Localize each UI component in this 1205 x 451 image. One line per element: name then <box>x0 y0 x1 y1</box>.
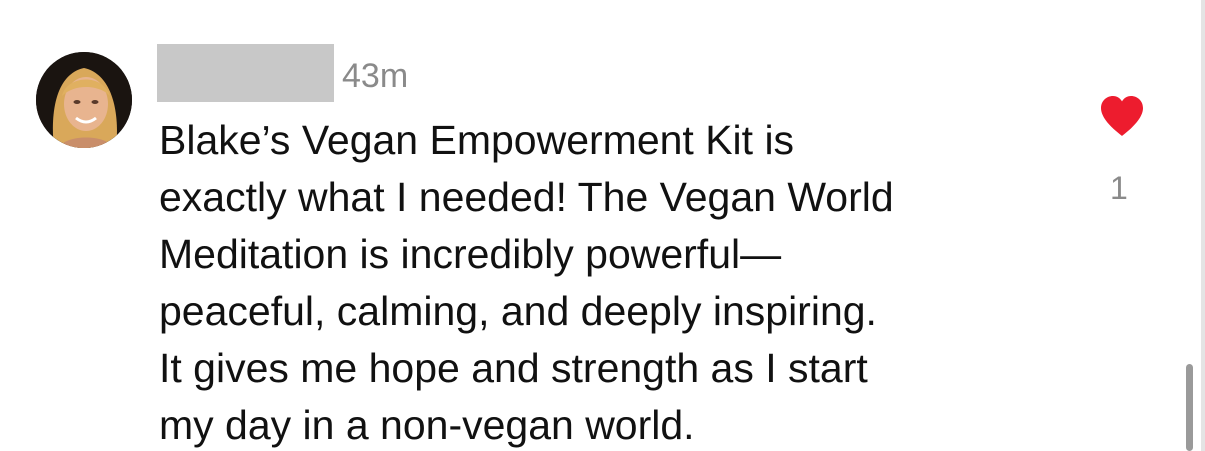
avatar[interactable] <box>36 52 132 148</box>
comment-text-line: exactly what I needed! The Vegan World <box>159 174 894 220</box>
comment-item: 43m Blake’s Vegan Empowerment Kit is exa… <box>0 0 1205 451</box>
heart-icon[interactable] <box>1098 94 1146 138</box>
scrollbar-thumb[interactable] <box>1186 364 1193 451</box>
comment-text-line: Blake’s Vegan Empowerment Kit is <box>159 117 795 163</box>
comment-text: Blake’s Vegan Empowerment Kit is exactly… <box>159 112 1059 451</box>
comment-text-line: It gives me hope and strength as I start <box>159 345 868 391</box>
comment-text-line: Meditation is incredibly powerful— <box>159 231 782 277</box>
timestamp: 43m <box>342 57 409 95</box>
like-count: 1 <box>1110 170 1128 206</box>
comment-text-line: peaceful, calming, and deeply inspiring. <box>159 288 877 334</box>
comment-text-line: my day in a non-vegan world. <box>159 402 695 448</box>
avatar-photo <box>36 52 132 148</box>
username-redacted[interactable] <box>157 44 334 102</box>
divider <box>1201 0 1205 451</box>
